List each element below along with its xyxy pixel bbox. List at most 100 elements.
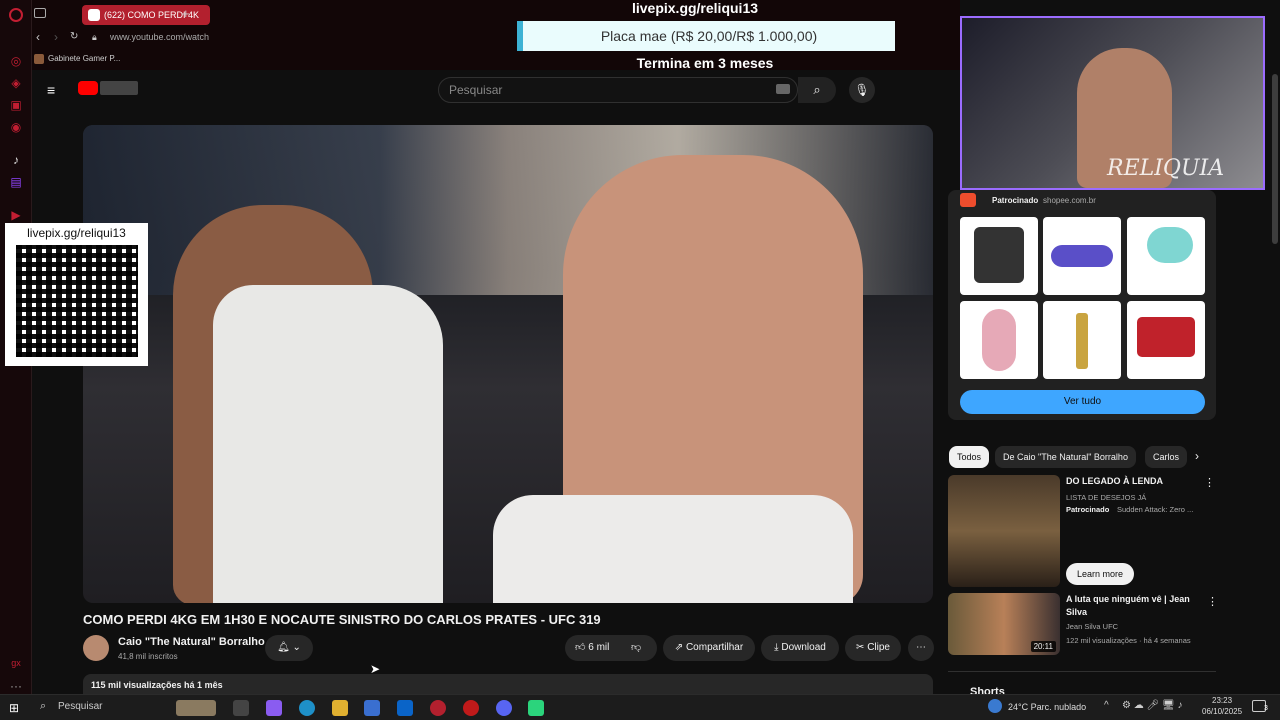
store-icon[interactable] [364,700,380,716]
taskbar-search-input[interactable]: Pesquisar [58,701,102,712]
mouse-cursor-icon: ➤ [370,662,381,676]
tiktok-icon[interactable]: ♪ [8,152,24,168]
ver-tudo-button[interactable]: Ver tudo [960,390,1205,414]
channel-name[interactable]: Caio "The Natural" Borralho [118,636,265,648]
download-label: Download [781,642,826,653]
new-tab-icon[interactable]: + [182,6,190,21]
video-title: COMO PERDI 4KG EM 1H30 E NOCAUTE SINISTR… [83,612,601,627]
webcam-overlay: RELIQUIA [960,16,1265,190]
product-hoverboard[interactable] [1043,217,1121,295]
aria-icon[interactable]: ◎ [8,53,24,69]
instagram-icon[interactable]: ▣ [8,97,24,113]
back-icon[interactable]: ‹ [36,30,40,44]
url-field[interactable]: www.youtube.com/watch [110,32,209,42]
clock-date[interactable]: 06/10/2025 [1202,707,1242,716]
chatgpt-icon[interactable]: ◈ [8,75,24,91]
share-label: Compartilhar [685,642,744,653]
player-icon[interactable]: ▶ [8,207,24,223]
messenger-icon[interactable]: ◉ [8,119,24,135]
rec-meta-2: 122 mil visualizações · há 4 semanas [1066,636,1191,645]
opera-logo-icon[interactable] [9,8,23,22]
webcam-watermark: RELIQUIA [1107,156,1225,181]
rec-title-1[interactable]: DO LEGADO À LENDA [1066,476,1196,486]
weather-text[interactable]: 24°C Parc. nublado [1008,702,1086,712]
video-player[interactable] [83,125,933,603]
chip-carlos[interactable]: Carlos [1145,446,1187,468]
divider [948,671,1216,672]
search-icon: ⌕ [813,82,821,97]
rec-thumbnail-1[interactable] [948,475,1060,587]
chip-channel[interactable]: De Caio "The Natural" Borralho [995,446,1136,468]
more-actions-button[interactable]: ⋯ [908,635,934,661]
rec-menu-icon-1[interactable]: ⋮ [1204,476,1215,489]
voice-search-button[interactable]: 🎙︎ [849,77,875,103]
youtube-logo-icon[interactable] [78,81,98,95]
edge-icon[interactable] [299,700,315,716]
youtube-premium-badge [100,81,138,95]
task-view-icon[interactable] [233,700,249,716]
like-button[interactable]: 👍︎ 6 mil 👎︎ [565,635,657,661]
rec-channel-2[interactable]: Jean Silva UFC [1066,622,1118,631]
menu-icon[interactable]: ≡ [47,82,55,98]
more-icon[interactable]: ··· [8,678,24,694]
notifications-button[interactable]: 🔔︎ ⌄ [265,635,313,661]
product-hair-dryer[interactable] [1127,217,1205,295]
product-doll[interactable] [960,301,1038,379]
qr-code-icon [16,245,138,357]
tab-active[interactable]: (622) COMO PERDI 4K [82,5,210,25]
video-towel-left [213,285,443,603]
windows-taskbar: ⊞ ⌕ Pesquisar 24°C Parc. nublado ^ ⚙ ☁ 🎤… [0,694,1280,720]
clip-label: Clipe [867,642,890,653]
search-button[interactable]: ⌕ [798,77,836,103]
tray-chevron-icon[interactable]: ^ [1104,700,1109,711]
description-box[interactable]: 115 mil visualizações há 1 mês [83,674,933,694]
clip-button[interactable]: ✂ Clipe [845,635,901,661]
product-oil[interactable] [1043,301,1121,379]
forward-icon[interactable]: › [54,30,58,44]
weather-icon[interactable] [988,699,1002,713]
overlay-goal-ends: Termina em 3 meses [636,55,774,71]
search-input[interactable]: Pesquisar [438,77,798,103]
rec-thumbnail-2[interactable]: 20:11 [948,593,1060,655]
rec-menu-icon-2[interactable]: ⋮ [1207,595,1218,608]
file-explorer-icon[interactable] [332,700,348,716]
thumbs-down-icon[interactable]: 👎︎ [631,635,641,661]
product-charger[interactable] [1127,301,1205,379]
tab-menu-icon[interactable] [34,8,46,18]
outlook-icon[interactable] [397,700,413,716]
app-icon[interactable] [528,700,544,716]
rec-title-2[interactable]: A luta que ninguém vê | Jean Silva [1066,593,1201,619]
chevron-right-icon[interactable]: › [1195,449,1199,463]
qr-url: livepix.gg/reliqui13 [27,226,126,240]
ad-sponsored-label: Patrocinado [992,196,1039,205]
overlay-pix-url: livepix.gg/reliqui13 [631,0,759,16]
keyboard-icon[interactable] [776,84,790,94]
taskbar-search-icon[interactable]: ⌕ [40,700,46,713]
windows-start-icon[interactable]: ⊞ [9,700,25,716]
rec-duration-2: 20:11 [1030,641,1056,652]
learn-more-button[interactable]: Learn more [1066,563,1134,585]
more-icon: ⋯ [916,642,926,653]
share-button[interactable]: ⇗ Compartilhar [663,635,755,661]
chip-all[interactable]: Todos [949,446,990,468]
bell-icon: 🔔︎ ⌄ [277,642,301,653]
thumbs-up-icon: 👍︎ [575,642,586,653]
reload-icon[interactable]: ↻ [70,31,78,42]
tray-icons[interactable]: ⚙ ☁ 🎤︎ 🖥︎ ♪ [1122,700,1182,711]
rec-sponsored-1: Patrocinado [1066,505,1110,514]
gx-icon[interactable]: gx [8,655,24,671]
rec-sub2-1: Sudden Attack: Zero ... [1117,505,1194,514]
discord-icon[interactable] [496,700,512,716]
obs-icon[interactable] [463,700,479,716]
subscriber-count: 41,8 mil inscritos [118,652,178,661]
clock-time[interactable]: 23:23 [1212,696,1232,705]
copilot-icon[interactable] [266,700,282,716]
product-tool-kit[interactable] [960,217,1038,295]
bookmark-item[interactable]: Gabinete Gamer P... [48,54,120,63]
channel-avatar[interactable] [83,635,109,661]
scrollbar[interactable] [1272,74,1278,244]
opera-gx-icon[interactable] [430,700,446,716]
download-button[interactable]: ⤓ Download [761,635,839,661]
mic-icon: 🎙︎ [854,83,870,97]
twitch-icon[interactable]: ▤ [8,174,24,190]
